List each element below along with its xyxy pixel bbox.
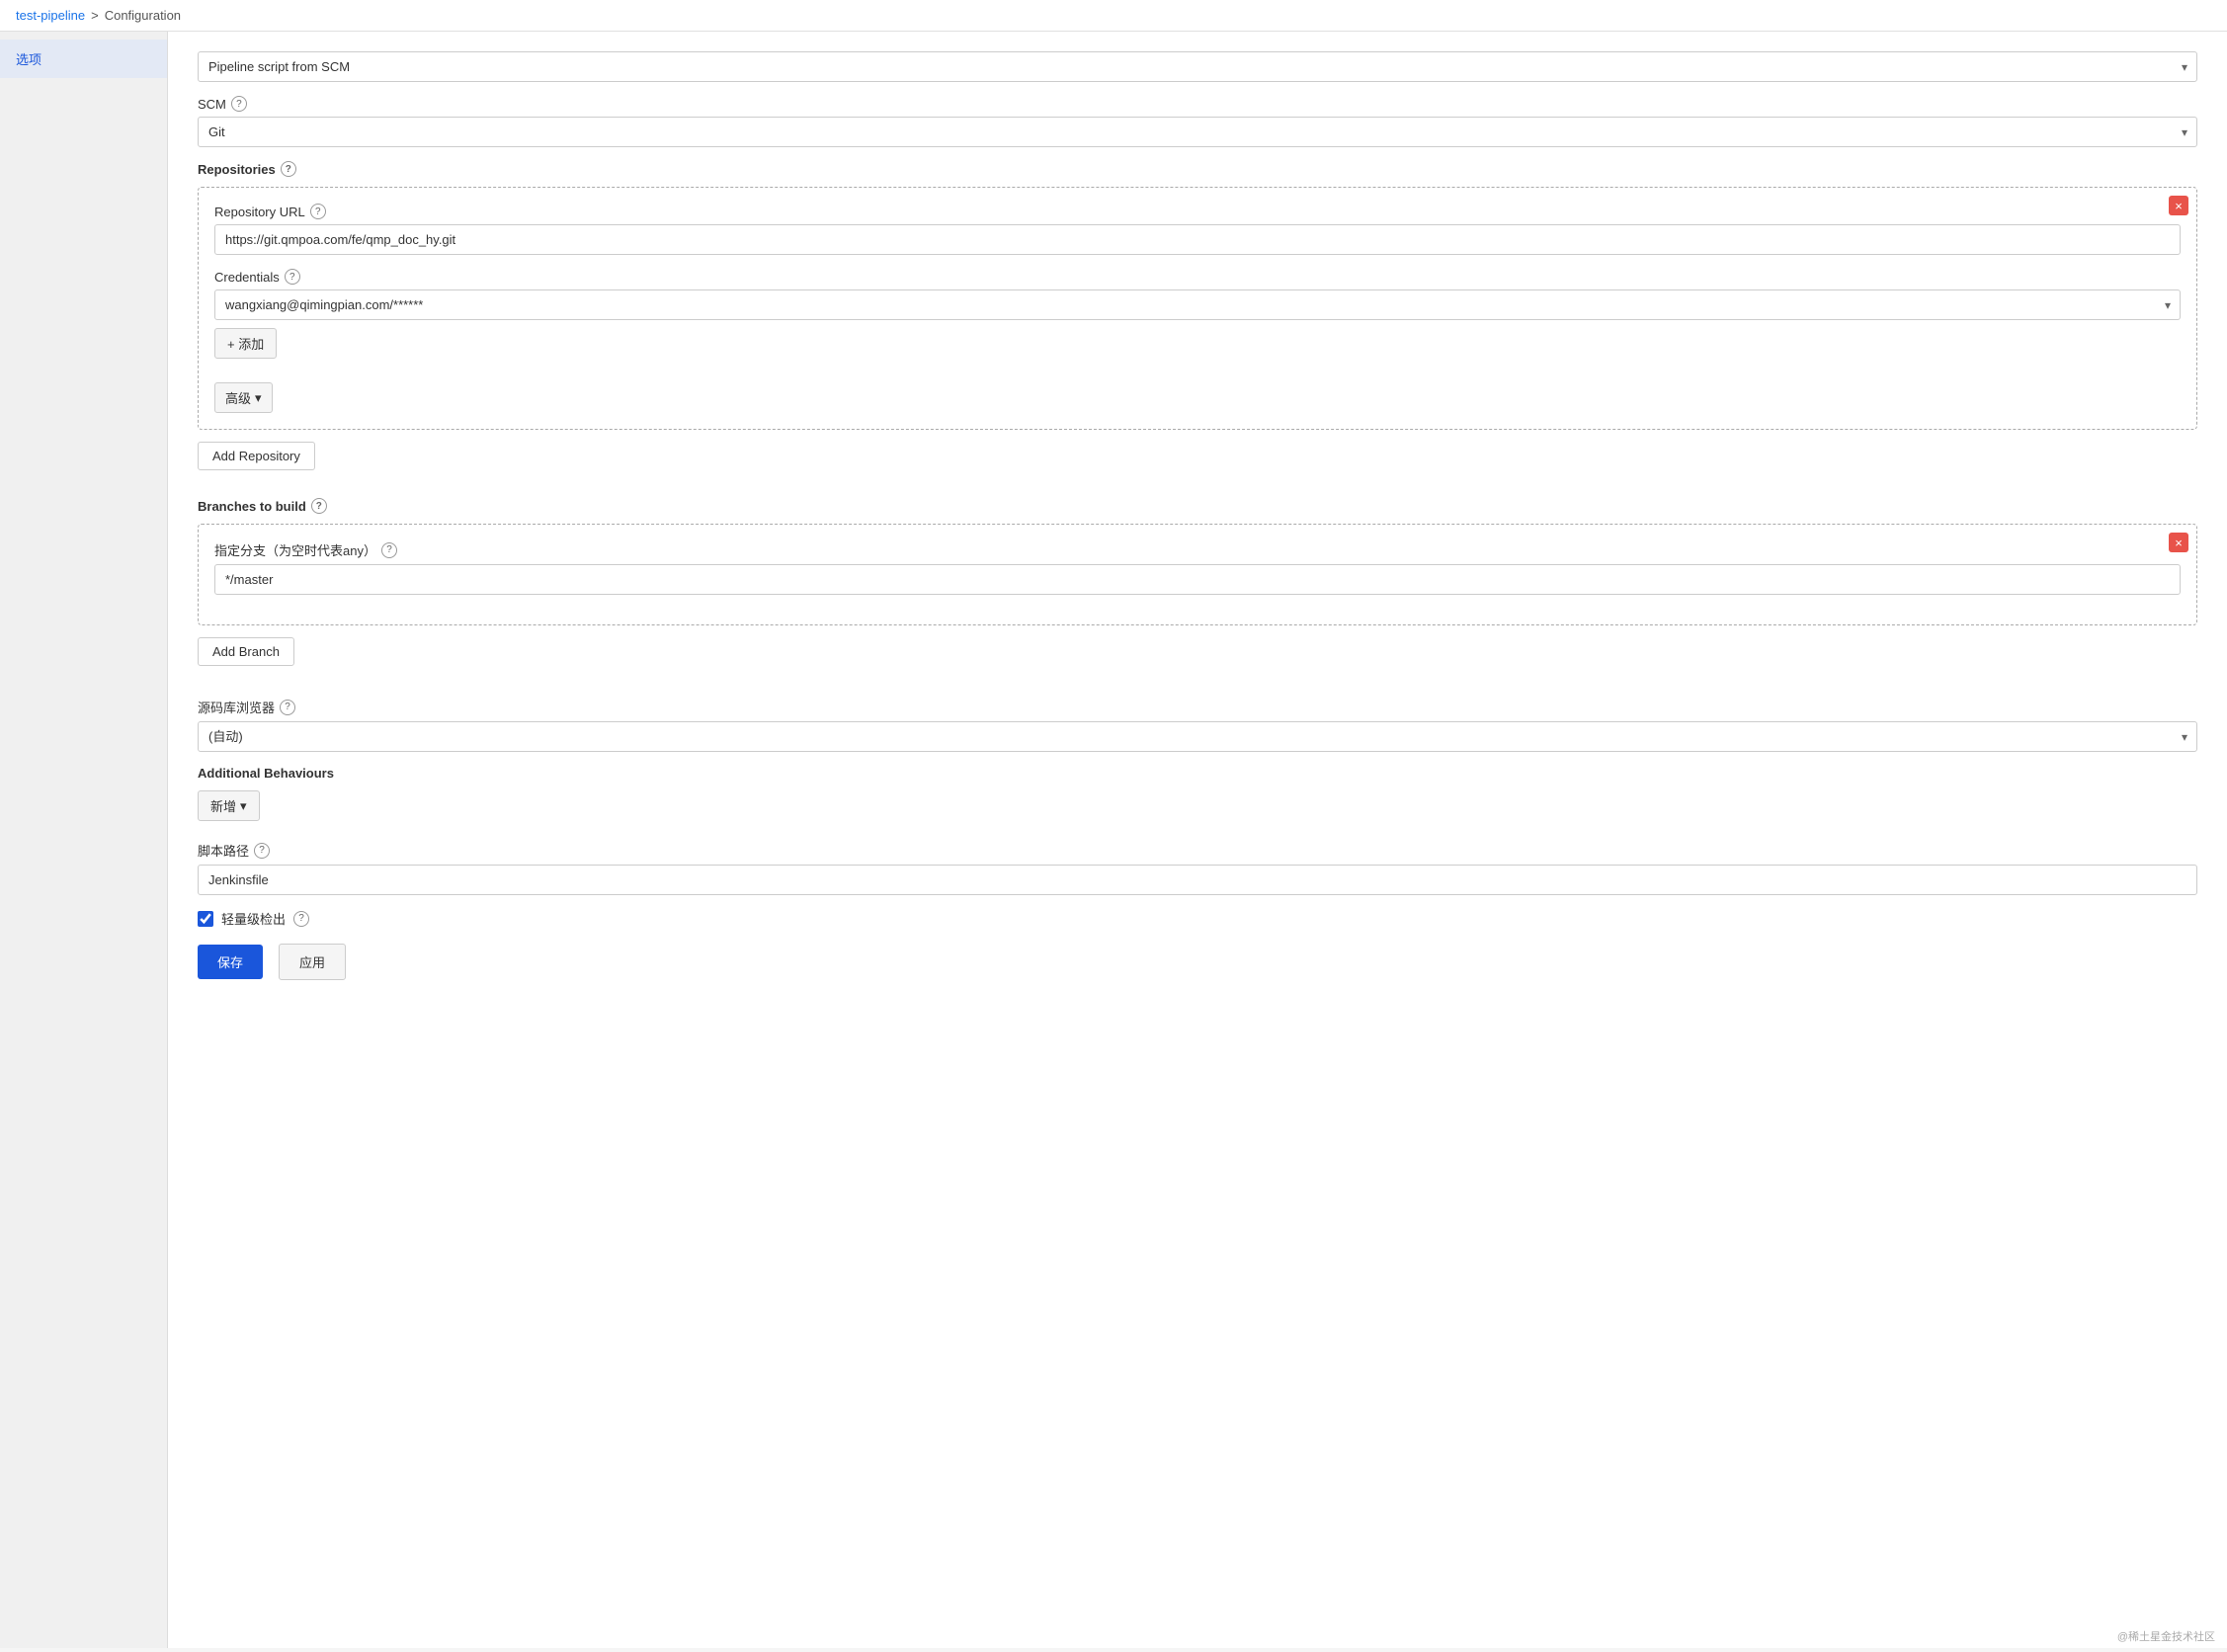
new-behaviour-btn[interactable]: 新增 ▾	[198, 790, 260, 821]
branch-specifier-help-icon[interactable]: ?	[381, 542, 397, 558]
branches-label: Branches to build ?	[198, 498, 2197, 514]
advanced-chevron: ▾	[255, 390, 262, 406]
pipeline-source-select-wrapper: Pipeline script from SCM ▾	[198, 51, 2197, 82]
breadcrumb-current: Configuration	[105, 8, 181, 23]
close-repository-btn[interactable]: ×	[2169, 196, 2188, 215]
sidebar-item-options[interactable]: 选项	[0, 40, 167, 78]
scm-select-wrapper: Git ▾	[198, 117, 2197, 147]
repositories-section: Repositories ? × Repository URL ? C	[198, 161, 2197, 486]
apply-button[interactable]: 应用	[279, 944, 346, 980]
sidebar: 选项	[0, 32, 168, 1648]
source-browser-label: 源码库浏览器 ?	[198, 698, 2197, 716]
add-repository-btn[interactable]: Add Repository	[198, 442, 315, 470]
scm-select[interactable]: Git	[198, 117, 2197, 147]
lightweight-help-icon[interactable]: ?	[293, 911, 309, 927]
branches-section: Branches to build ? × 指定分支（为空时代表any） ? A…	[198, 498, 2197, 682]
branches-help-icon[interactable]: ?	[311, 498, 327, 514]
repository-item-box: × Repository URL ? Credentials ?	[198, 187, 2197, 430]
watermark: @稀土星金技术社区	[2117, 1628, 2215, 1644]
scm-help-icon[interactable]: ?	[231, 96, 247, 112]
repositories-help-icon[interactable]: ?	[281, 161, 296, 177]
close-branch-btn[interactable]: ×	[2169, 533, 2188, 552]
credentials-select[interactable]: wangxiang@qimingpian.com/******	[214, 289, 2181, 320]
credentials-field: Credentials ? wangxiang@qimingpian.com/*…	[214, 269, 2181, 359]
new-behaviour-chevron: ▾	[240, 798, 247, 814]
branch-item-box: × 指定分支（为空时代表any） ?	[198, 524, 2197, 625]
bottom-actions: 保存 应用	[198, 928, 2197, 1000]
source-browser-help-icon[interactable]: ?	[280, 700, 295, 715]
repo-url-label: Repository URL ?	[214, 204, 2181, 219]
main-content: Pipeline script from SCM ▾ SCM ? Git ▾ R…	[168, 32, 2227, 1648]
pipeline-source-select[interactable]: Pipeline script from SCM	[198, 51, 2197, 82]
lightweight-label: 轻量级检出	[221, 909, 286, 928]
additional-behaviours-section: Additional Behaviours 新增 ▾	[198, 766, 2197, 821]
branch-specifier-field: 指定分支（为空时代表any） ?	[214, 540, 2181, 595]
source-browser-field: 源码库浏览器 ? (自动) ▾	[198, 698, 2197, 752]
script-path-field: 脚本路径 ?	[198, 841, 2197, 895]
add-credential-btn[interactable]: + 添加	[214, 328, 277, 359]
credentials-select-wrapper: wangxiang@qimingpian.com/****** ▾	[214, 289, 2181, 320]
lightweight-checkbox[interactable]	[198, 911, 213, 927]
scm-field: SCM ? Git ▾	[198, 96, 2197, 147]
branch-specifier-input[interactable]	[214, 564, 2181, 595]
advanced-btn[interactable]: 高级 ▾	[214, 382, 273, 413]
lightweight-row: 轻量级检出 ?	[198, 909, 2197, 928]
breadcrumb-separator: >	[91, 8, 99, 23]
source-browser-select[interactable]: (自动)	[198, 721, 2197, 752]
script-path-help-icon[interactable]: ?	[254, 843, 270, 859]
source-browser-select-wrapper: (自动) ▾	[198, 721, 2197, 752]
credentials-help-icon[interactable]: ?	[285, 269, 300, 285]
additional-behaviours-label: Additional Behaviours	[198, 766, 2197, 781]
save-button[interactable]: 保存	[198, 945, 263, 979]
breadcrumb: test-pipeline > Configuration	[0, 0, 2227, 32]
script-path-label: 脚本路径 ?	[198, 841, 2197, 860]
add-branch-btn[interactable]: Add Branch	[198, 637, 294, 666]
repositories-label: Repositories ?	[198, 161, 2197, 177]
repo-url-input[interactable]	[214, 224, 2181, 255]
repo-url-help-icon[interactable]: ?	[310, 204, 326, 219]
credentials-label: Credentials ?	[214, 269, 2181, 285]
pipeline-source-field: Pipeline script from SCM ▾	[198, 51, 2197, 82]
breadcrumb-project[interactable]: test-pipeline	[16, 8, 85, 23]
script-path-input[interactable]	[198, 865, 2197, 895]
scm-label: SCM ?	[198, 96, 2197, 112]
repo-url-field: Repository URL ?	[214, 204, 2181, 255]
branch-specifier-label: 指定分支（为空时代表any） ?	[214, 540, 2181, 559]
